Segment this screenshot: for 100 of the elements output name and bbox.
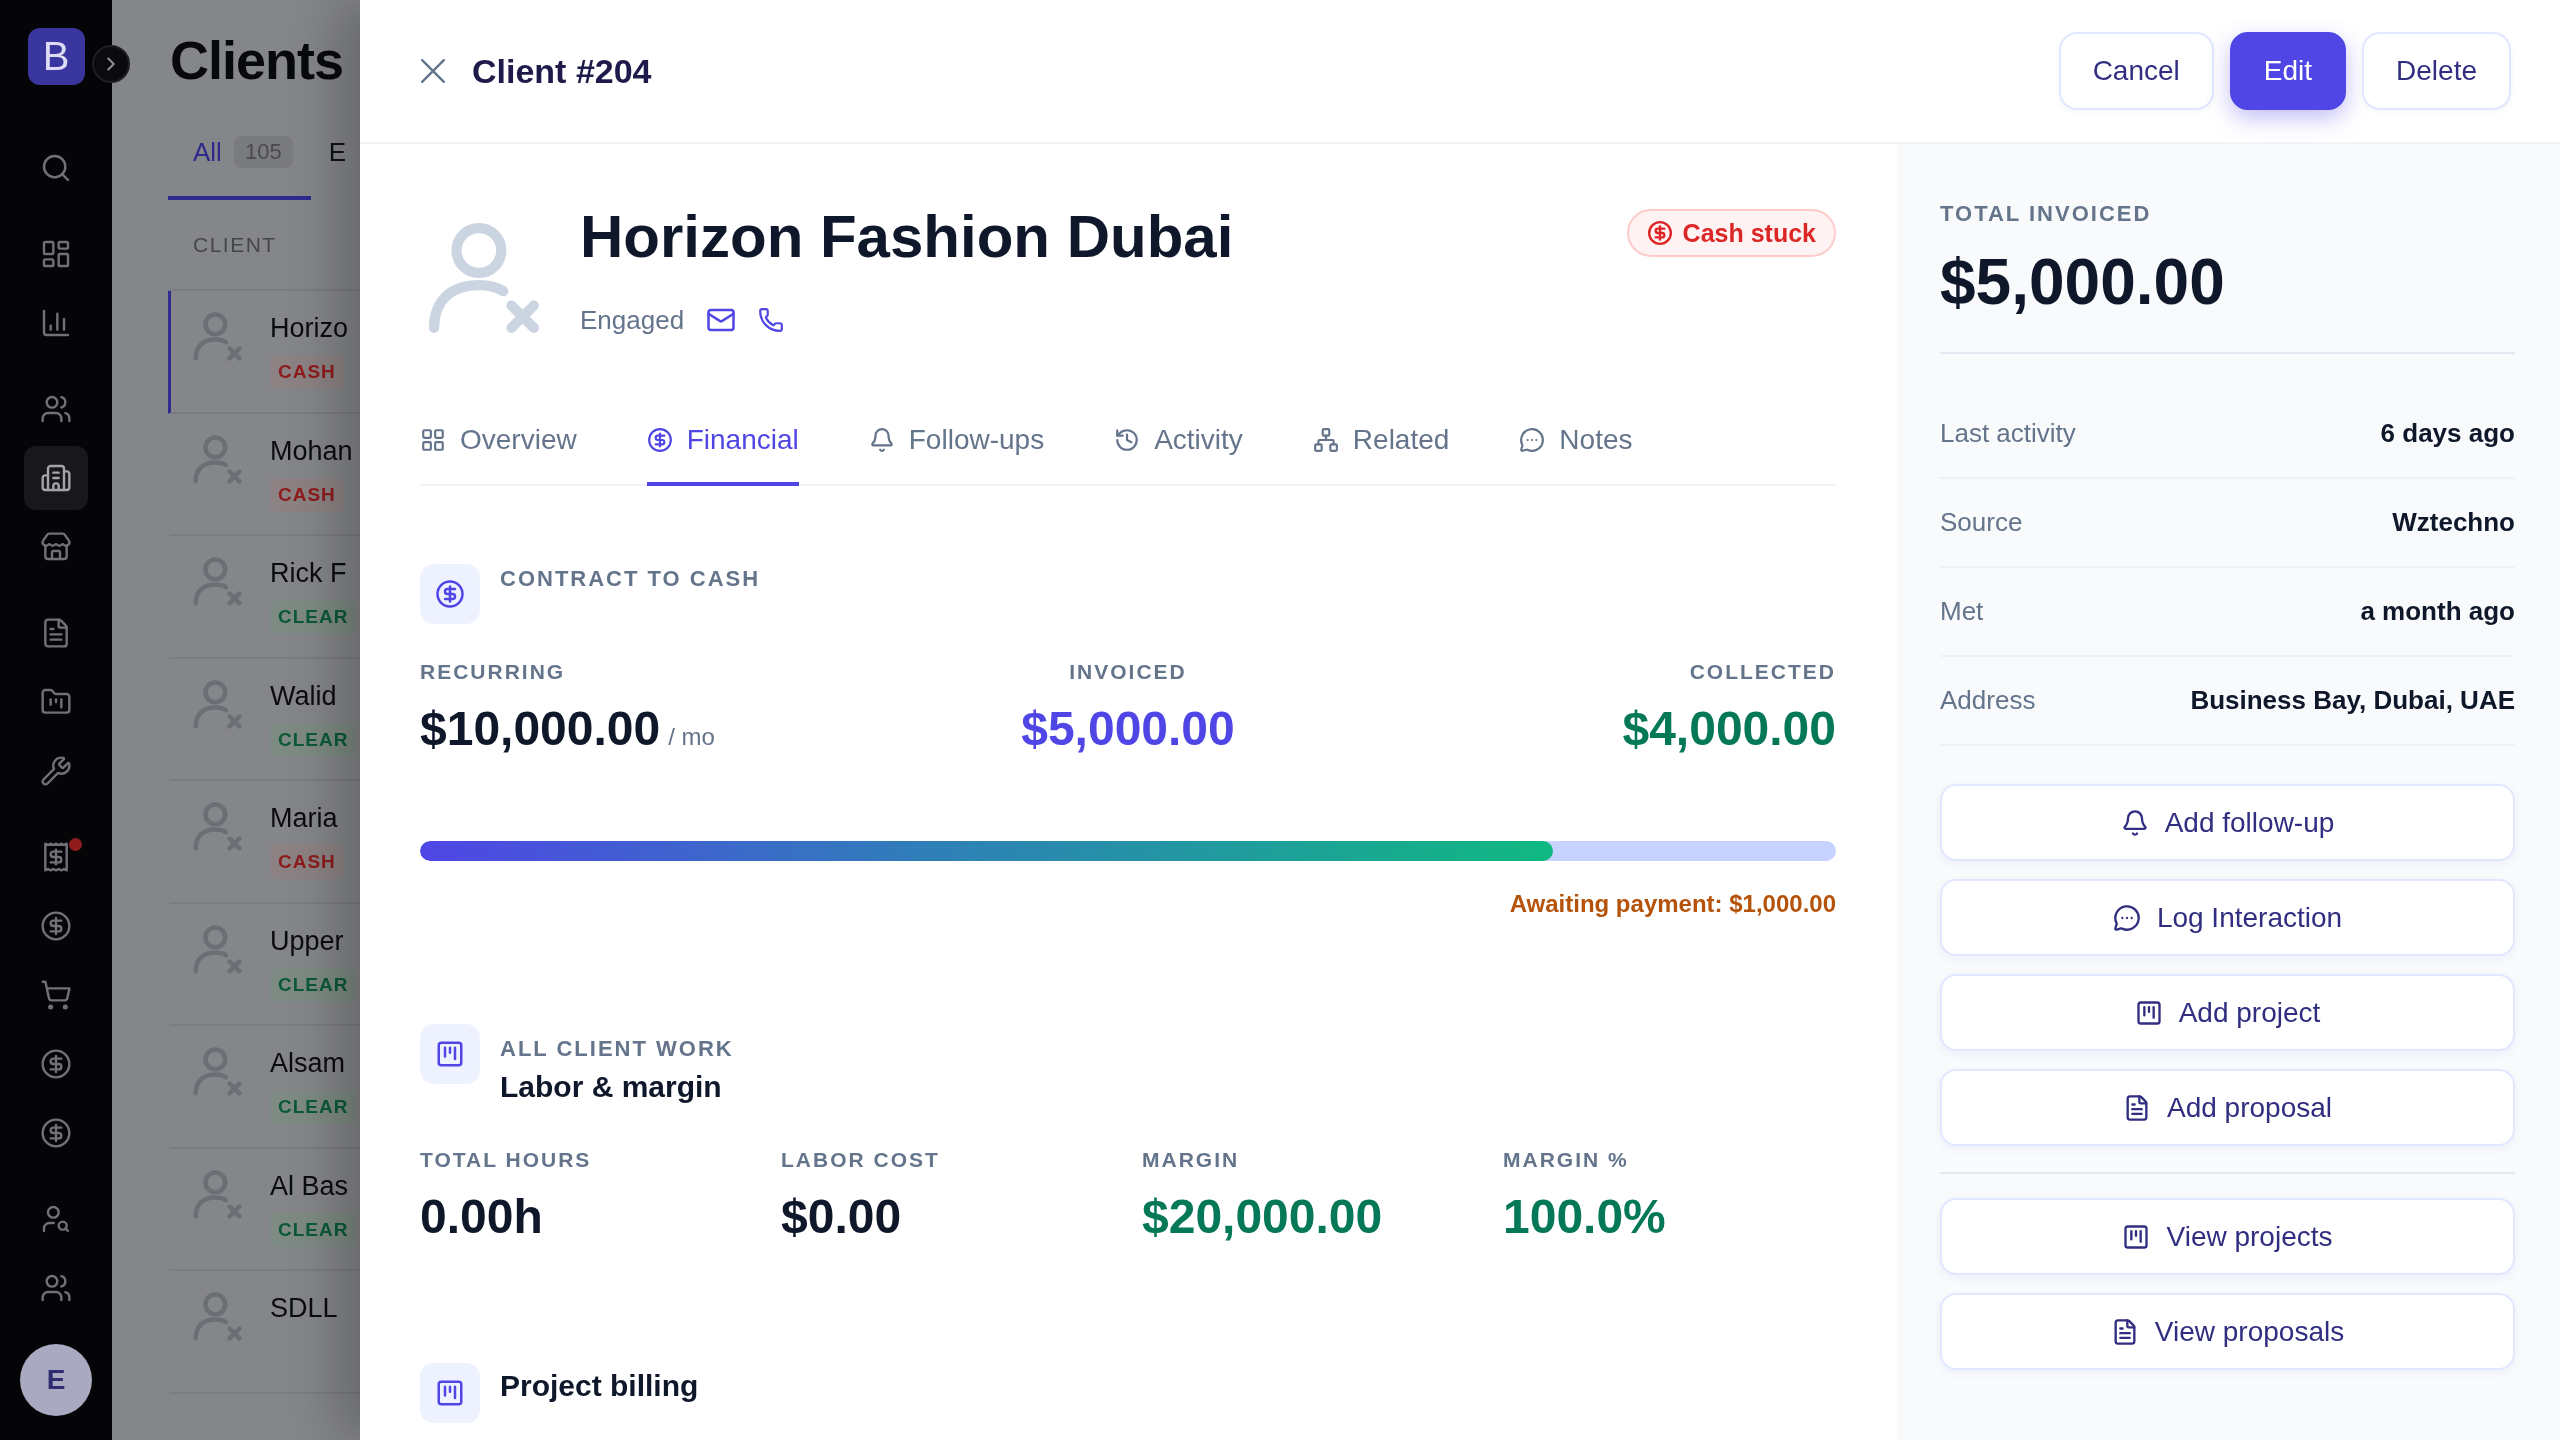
client-row[interactable]: Horizo CASH xyxy=(168,291,360,414)
dollar-icon xyxy=(420,564,480,624)
client-row[interactable]: Maria CASH xyxy=(168,781,360,904)
client-name: Walid xyxy=(270,679,337,713)
section-heading: Project billing xyxy=(500,1368,699,1404)
client-name: SDLL xyxy=(270,1292,338,1325)
metric-value: $20,000.00 xyxy=(1142,1189,1383,1245)
action-button[interactable]: Add follow-up xyxy=(1940,784,2515,861)
filter-tab[interactable]: E xyxy=(328,110,346,200)
hierarchy-icon xyxy=(1312,427,1339,453)
client-name: Al Bas xyxy=(270,1169,349,1203)
status-badge: CASH xyxy=(270,355,344,389)
drawer-title: Client #204 xyxy=(472,51,652,91)
status-badge: CLEAR xyxy=(270,722,357,757)
client-row[interactable]: Walid CLEAR xyxy=(168,658,360,781)
page-title: Clients xyxy=(170,29,344,92)
person-x-icon xyxy=(193,923,243,974)
summary-label: TOTAL INVOICED xyxy=(1940,200,2152,228)
detail-value: 6 days ago xyxy=(2380,418,2515,449)
bar-chart-icon[interactable] xyxy=(40,307,72,339)
metric-label: RECURRING xyxy=(420,659,566,685)
detail-label: Last activity xyxy=(1940,418,2076,449)
user-search-icon[interactable] xyxy=(40,1203,72,1235)
status-badge: CLEAR xyxy=(270,600,357,634)
building-icon[interactable] xyxy=(40,462,72,494)
tab[interactable]: Activity xyxy=(1114,400,1243,486)
stage-label: Engaged xyxy=(580,304,685,337)
client-name: Maria xyxy=(270,802,338,835)
dollar-icon[interactable] xyxy=(40,1048,72,1080)
metric-value: 0.00h xyxy=(420,1189,543,1245)
person-x-icon xyxy=(193,1046,243,1096)
logo[interactable]: B xyxy=(27,28,85,85)
metric-value: $4,000.00 xyxy=(1622,701,1836,757)
action-button[interactable]: Add project xyxy=(1940,974,2515,1051)
person-x-icon xyxy=(193,678,243,729)
users-icon[interactable] xyxy=(40,1272,72,1304)
client-row[interactable]: Upper CLEAR xyxy=(168,903,360,1026)
view-button[interactable]: View projects xyxy=(1940,1198,2515,1275)
view-button[interactable]: View proposals xyxy=(1940,1293,2515,1370)
metric-label: LABOR COST xyxy=(781,1147,940,1173)
dollar-icon xyxy=(1646,220,1673,246)
tab[interactable]: Related xyxy=(1312,400,1450,486)
status-badge: CLEAR xyxy=(270,967,357,1002)
detail-label: Address xyxy=(1940,685,2036,716)
person-x-icon xyxy=(428,220,542,334)
close-icon[interactable] xyxy=(420,58,446,84)
metric-label: MARGIN xyxy=(1142,1147,1240,1173)
section-heading: CONTRACT TO CASH xyxy=(500,565,761,593)
person-x-icon xyxy=(193,1168,243,1219)
client-title: Horizon Fashion Dubai xyxy=(580,202,1234,272)
secondary-button[interactable]: Cancel xyxy=(2058,32,2214,110)
secondary-button[interactable]: Delete xyxy=(2362,32,2511,110)
kanban-icon xyxy=(2134,998,2163,1027)
client-row[interactable]: Alsam CLEAR xyxy=(168,1026,360,1149)
section-eyebrow: ALL CLIENT WORK xyxy=(500,1035,734,1063)
dashboard-icon[interactable] xyxy=(40,238,72,270)
primary-button[interactable]: Edit xyxy=(2229,32,2347,110)
person-x-icon xyxy=(193,1291,243,1341)
status-badge: CLEAR xyxy=(270,1212,357,1247)
kanban-icon xyxy=(2122,1222,2151,1251)
kanban-icon xyxy=(420,1024,480,1084)
users-icon[interactable] xyxy=(40,393,72,425)
bell-icon xyxy=(868,427,895,453)
grid-icon xyxy=(420,427,446,453)
collapse-toggle[interactable] xyxy=(92,45,130,83)
status-badge: CASH xyxy=(270,477,344,512)
cart-icon[interactable] xyxy=(40,979,72,1011)
tab[interactable]: Financial xyxy=(646,400,799,486)
tab[interactable]: Notes xyxy=(1519,400,1633,486)
dollar-icon[interactable] xyxy=(40,1117,72,1149)
metric-value: $0.00 xyxy=(781,1189,902,1245)
client-name: Alsam xyxy=(270,1047,345,1080)
phone-icon[interactable] xyxy=(758,307,785,333)
tab[interactable]: Follow-ups xyxy=(868,400,1045,486)
chat-bubble-icon xyxy=(1519,427,1546,453)
tab[interactable]: Overview xyxy=(420,400,577,486)
store-icon[interactable] xyxy=(40,531,72,563)
dollar-icon xyxy=(646,427,673,453)
user-avatar[interactable]: E xyxy=(20,1344,92,1416)
client-row[interactable]: Mohan CASH xyxy=(168,413,360,536)
detail-value: Wztechno xyxy=(2392,507,2515,538)
badge-label: Cash stuck xyxy=(1682,219,1816,247)
action-button[interactable]: Add proposal xyxy=(1940,1069,2515,1146)
client-row[interactable]: Al Bas CLEAR xyxy=(168,1148,360,1271)
metric-label: MARGIN % xyxy=(1503,1147,1629,1173)
client-name: Upper xyxy=(270,924,344,958)
summary-total: $5,000.00 xyxy=(1940,245,2225,320)
client-name: Horizo xyxy=(270,312,349,345)
metric-value: $10,000.00 xyxy=(420,701,661,757)
dollar-icon[interactable] xyxy=(40,910,72,942)
metric-value: $5,000.00 xyxy=(1021,701,1235,757)
client-row[interactable]: Rick F CLEAR xyxy=(168,536,360,659)
person-x-icon xyxy=(193,801,243,851)
wrench-icon[interactable] xyxy=(40,755,72,787)
search-icon[interactable] xyxy=(40,152,72,184)
status-badge: CASH xyxy=(270,845,344,879)
column-header: CLIENT xyxy=(193,232,277,257)
metric-label: INVOICED xyxy=(1069,659,1187,685)
client-name: Rick F xyxy=(270,557,347,590)
action-button[interactable]: Log Interaction xyxy=(1940,879,2515,956)
